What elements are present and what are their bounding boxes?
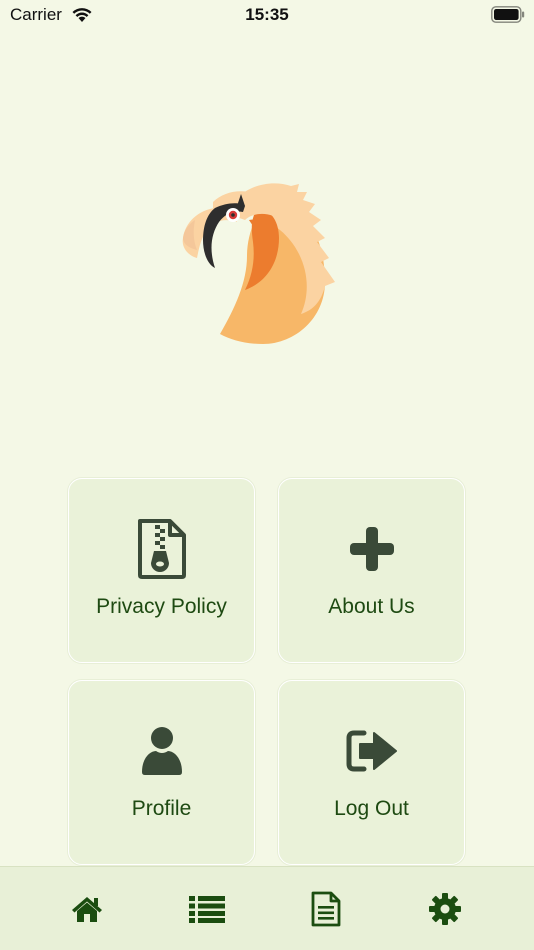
about-us-button[interactable]: About Us bbox=[278, 478, 465, 663]
privacy-policy-button[interactable]: Privacy Policy bbox=[68, 478, 255, 663]
tab-list[interactable] bbox=[187, 889, 227, 929]
sign-out-icon bbox=[279, 719, 464, 783]
tab-settings[interactable] bbox=[425, 889, 465, 929]
battery-icon bbox=[491, 6, 525, 23]
gear-icon bbox=[429, 893, 461, 925]
plus-icon bbox=[279, 517, 464, 581]
user-icon bbox=[69, 719, 254, 783]
profile-button[interactable]: Profile bbox=[68, 680, 255, 865]
list-icon bbox=[189, 896, 225, 923]
privacy-policy-label: Privacy Policy bbox=[96, 595, 227, 618]
home-icon bbox=[72, 897, 102, 922]
log-out-button[interactable]: Log Out bbox=[278, 680, 465, 865]
document-icon bbox=[311, 891, 341, 927]
tab-home[interactable] bbox=[67, 889, 107, 929]
status-time: 15:35 bbox=[245, 5, 289, 24]
tab-documents[interactable] bbox=[306, 889, 346, 929]
zip-file-icon bbox=[69, 517, 254, 581]
profile-label: Profile bbox=[131, 797, 192, 820]
vulture-logo bbox=[182, 183, 335, 344]
status-bar: Carrier 15:35 bbox=[0, 0, 534, 32]
log-out-label: Log Out bbox=[334, 797, 409, 820]
about-us-label: About Us bbox=[328, 595, 415, 618]
tab-bar bbox=[0, 866, 534, 950]
